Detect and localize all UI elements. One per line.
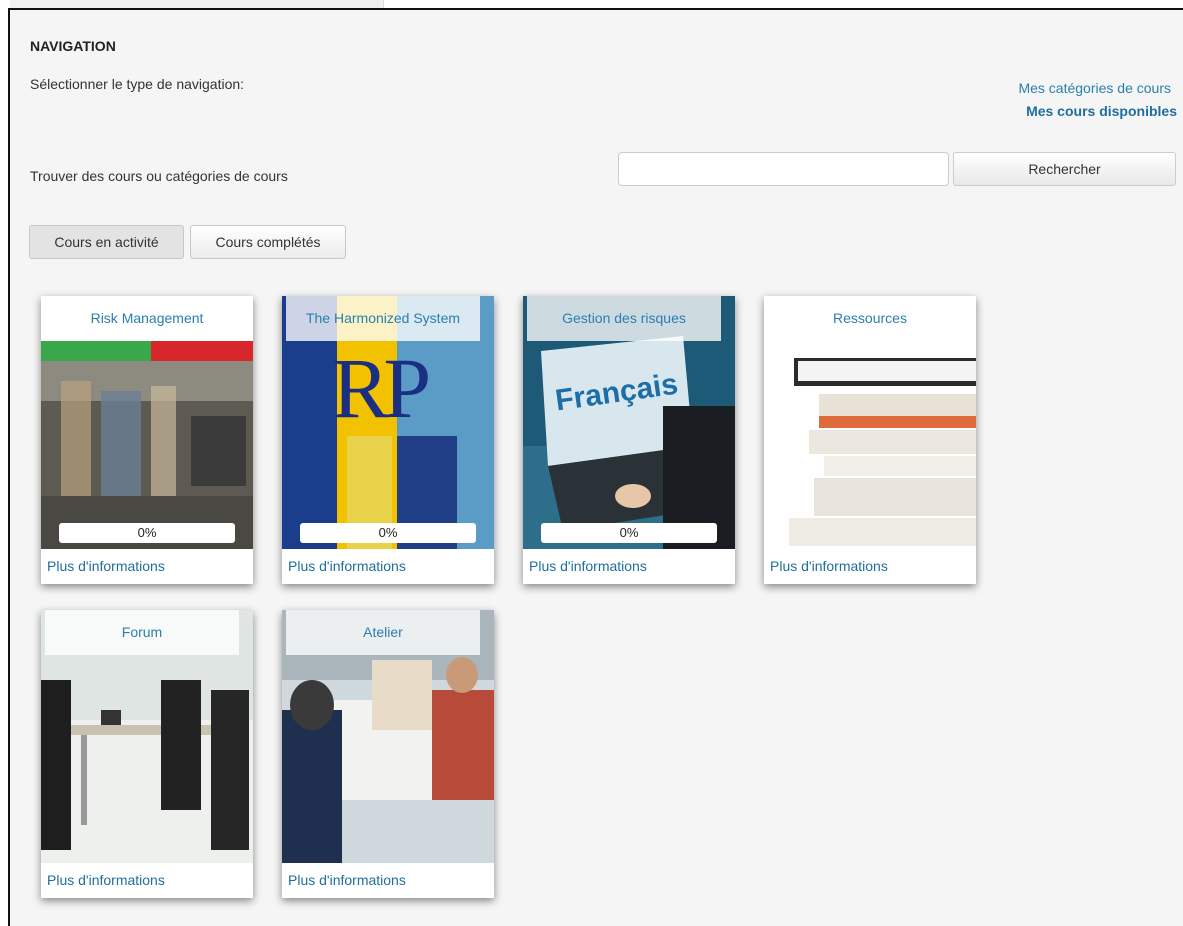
tab-active-courses[interactable]: Cours en activité	[29, 225, 184, 259]
navigation-type-label: Sélectionner le type de navigation:	[30, 76, 245, 92]
course-title[interactable]: Gestion des risques	[527, 296, 721, 341]
course-title[interactable]: Risk Management	[41, 296, 253, 341]
navigation-heading: NAVIGATION	[30, 38, 116, 54]
course-title[interactable]: Ressources	[764, 296, 976, 341]
course-image-text: RP	[332, 340, 431, 436]
search-input[interactable]	[618, 152, 949, 186]
navigation-panel: NAVIGATION Sélectionner le type de navig…	[8, 8, 1183, 926]
course-title[interactable]: Atelier	[286, 610, 480, 655]
course-title[interactable]: Forum	[45, 610, 239, 655]
search-button[interactable]: Rechercher	[953, 152, 1176, 186]
more-info-link[interactable]: Plus d'informations	[529, 558, 647, 574]
course-card-harmonized-system[interactable]: RP The Harmonized System 0% Plus d'infor…	[282, 296, 494, 584]
more-info-link[interactable]: Plus d'informations	[47, 872, 165, 888]
more-info-link[interactable]: Plus d'informations	[47, 558, 165, 574]
course-card-risk-management[interactable]: Risk Management 0% Plus d'informations	[41, 296, 253, 584]
course-card-atelier[interactable]: Atelier Plus d'informations	[282, 610, 494, 898]
course-progress: 0%	[300, 523, 476, 543]
course-progress: 0%	[59, 523, 235, 543]
course-card-forum[interactable]: Forum Plus d'informations	[41, 610, 253, 898]
more-info-link[interactable]: Plus d'informations	[770, 558, 888, 574]
my-categories-link[interactable]: Mes catégories de cours	[1018, 80, 1171, 96]
course-title[interactable]: The Harmonized System	[286, 296, 480, 341]
search-label: Trouver des cours ou catégories de cours	[30, 168, 288, 184]
course-card-gestion-des-risques[interactable]: Français Gestion des risques 0% Plus d'i…	[523, 296, 735, 584]
more-info-link[interactable]: Plus d'informations	[288, 872, 406, 888]
course-card-ressources[interactable]: Ressources Plus d'informations	[764, 296, 976, 584]
course-progress: 0%	[541, 523, 717, 543]
my-available-courses-link[interactable]: Mes cours disponibles	[1026, 103, 1177, 119]
more-info-link[interactable]: Plus d'informations	[288, 558, 406, 574]
tab-completed-courses[interactable]: Cours complétés	[190, 225, 346, 259]
